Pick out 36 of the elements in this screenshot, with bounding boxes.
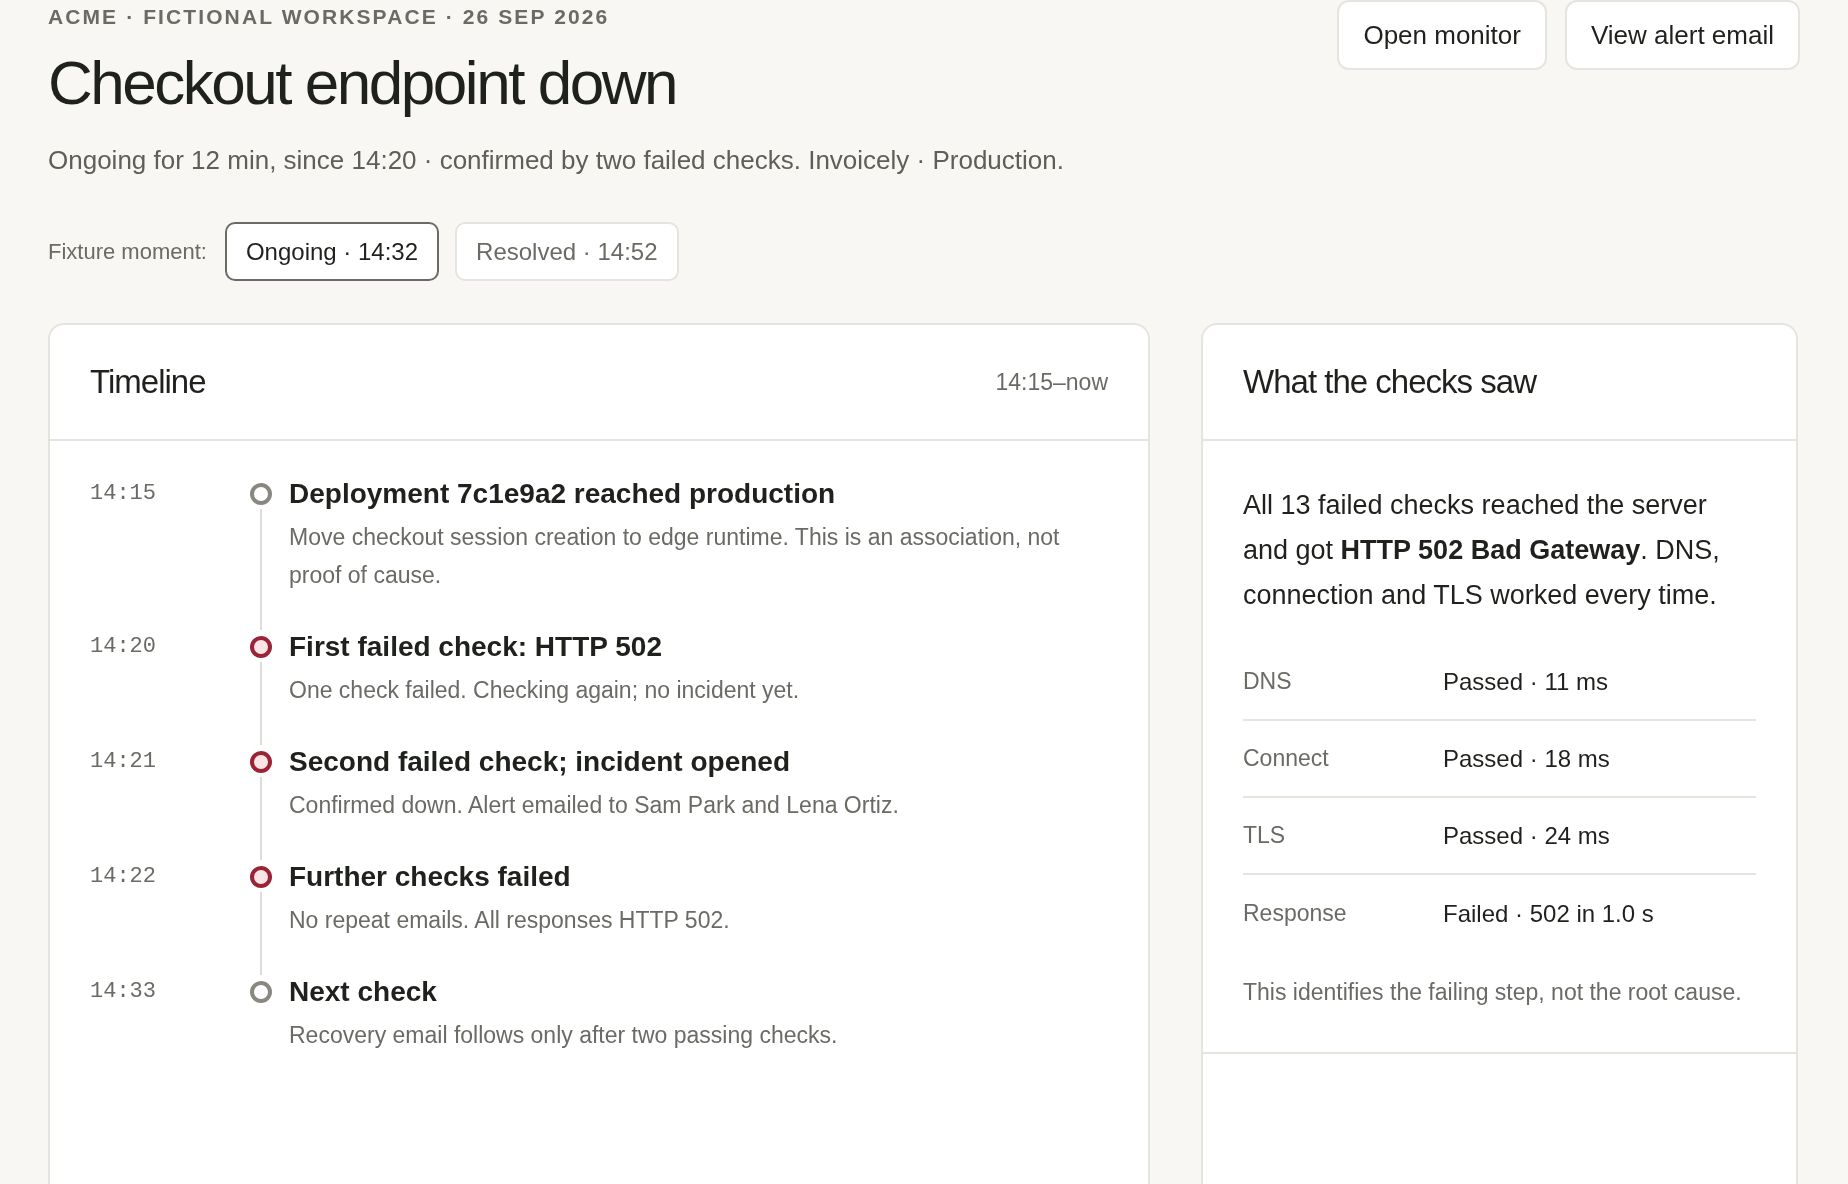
action-button[interactable]: Open monitor [1337, 0, 1547, 70]
event-title: Second failed check; incident opened [289, 745, 791, 779]
event-title: Further checks failed [289, 860, 572, 894]
fixture-tab[interactable]: Ongoing · 14:32 [224, 222, 440, 281]
event-time: 14:22 [90, 863, 157, 891]
step-name: DNS [1243, 667, 1293, 697]
event-detail: Move checkout session creation to edge runtime. This is an association, not proof of cause. [289, 523, 1061, 590]
page-title: Checkout endpoint down [48, 47, 677, 119]
event-title: Deployment 7c1e9a2 reached production [289, 477, 837, 511]
fixture-label: Fixture moment: [48, 238, 207, 266]
incident-summary: Ongoing for 12 min, since 14:20 · confirmed by two failed checks. Invoicely · Production. [48, 144, 1064, 177]
time-range: 14:15–now [995, 367, 1108, 397]
step-name: TLS [1243, 821, 1287, 851]
checks-summary: All 13 failed checks reached the server and got HTTP 502 Bad Gateway. DNS, connection and TLS worked every time. [1243, 489, 1721, 612]
event-time: 14:15 [90, 480, 157, 508]
step-result: Passed · 11 ms [1443, 666, 1608, 697]
step-name: Connect [1243, 744, 1330, 774]
event-detail: One check failed. Checking again; no incident yet. [289, 676, 801, 705]
step-result: Passed · 24 ms [1443, 820, 1610, 851]
workspace-label: ACME · FICTIONAL WORKSPACE · 26 SEP 2026 [48, 4, 611, 30]
event-detail: Confirmed down. Alert emailed to Sam Park and Lena Ortiz. [289, 791, 900, 820]
step-name: Response [1243, 899, 1348, 929]
event-time: 14:20 [90, 633, 157, 661]
fixture-tab[interactable]: Resolved · 14:52 [455, 222, 679, 281]
card-title: Timeline [90, 362, 206, 403]
checks-note: This identifies the failing step, not the root cause. [1243, 978, 1743, 1007]
event-detail: Recovery email follows only after two passing checks. [289, 1021, 839, 1050]
step-result: Passed · 18 ms [1443, 743, 1610, 774]
event-detail: No repeat emails. All responses HTTP 502. [289, 906, 731, 935]
action-button[interactable]: View alert email [1564, 0, 1800, 70]
step-result: Failed · 502 in 1.0 s [1443, 898, 1654, 929]
event-title: First failed check: HTTP 502 [289, 630, 663, 664]
event-title: Next check [289, 975, 438, 1009]
event-time: 14:33 [90, 978, 157, 1006]
event-time: 14:21 [90, 748, 157, 776]
card-title: What the checks saw [1243, 362, 1536, 403]
